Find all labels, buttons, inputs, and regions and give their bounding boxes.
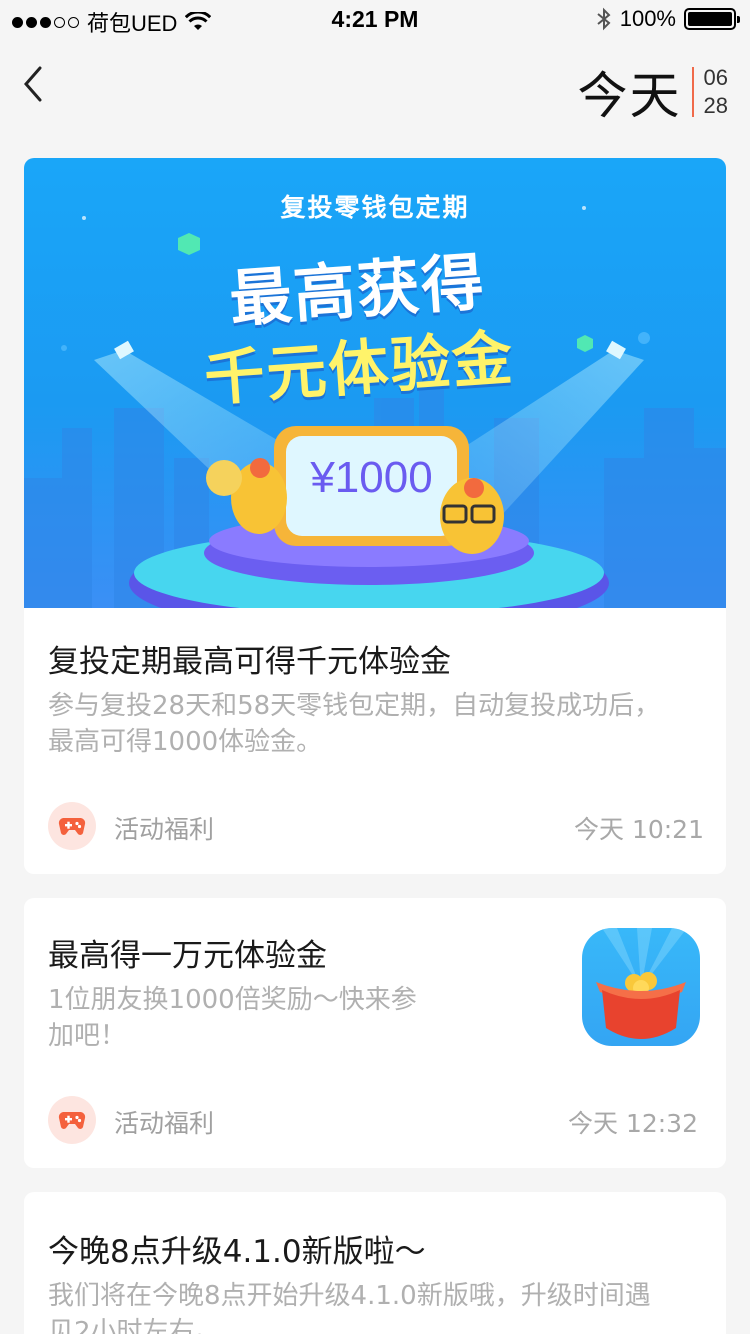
status-bar: 荷包UED 4:21 PM 100% — [0, 0, 750, 40]
back-button[interactable] — [18, 62, 58, 106]
card-desc-line1: 我们将在今晚8点开始升级4.1.0新版哦，升级时间遇 — [48, 1281, 651, 1311]
card-title: 今晚8点升级4.1.0新版啦～ — [48, 1234, 426, 1270]
card-desc-line2: 最高可得1000体验金。 — [48, 727, 323, 757]
red-envelope-icon — [596, 928, 687, 1039]
tag-label: 活动福利 — [114, 1109, 215, 1138]
date-day: 28 — [703, 93, 728, 118]
card-time: 今天 10:21 — [574, 815, 704, 844]
date-month-day: 06 28 — [704, 64, 728, 120]
tag-icon-container — [48, 802, 96, 850]
red-envelope-thumbnail — [582, 928, 700, 1046]
date-divider — [691, 67, 694, 117]
card-desc-line1: 1位朋友换1000倍奖励～快来参 — [48, 985, 417, 1015]
message-card[interactable]: 今晚8点升级4.1.0新版啦～ 我们将在今晚8点开始升级4.1.0新版哦，升级时… — [24, 1192, 726, 1334]
status-right: 100% — [596, 6, 740, 32]
gamepad-icon — [58, 1112, 86, 1129]
battery-icon — [684, 8, 740, 30]
banner-subtitle: 复投零钱包定期 — [280, 193, 470, 222]
card-desc-line1: 参与复投28天和58天零钱包定期，自动复投成功后， — [48, 691, 661, 721]
date-month: 06 — [703, 65, 728, 90]
date-today-label: 今天 — [577, 67, 682, 125]
tag-label: 活动福利 — [114, 815, 215, 844]
banner-amount: ¥1000 — [310, 453, 433, 502]
tag-icon-container — [48, 1096, 96, 1144]
card-desc-line2: 加吧！ — [48, 1021, 127, 1051]
bluetooth-icon — [597, 7, 611, 31]
promo-banner[interactable]: 复投零钱包定期 最高获得 千元体验金 ¥1000 — [24, 158, 726, 608]
message-card[interactable]: 最高得一万元体验金 1位朋友换1000倍奖励～快来参 加吧！ 活动福利 今天 1… — [24, 898, 726, 1168]
card-time: 今天 12:32 — [568, 1109, 698, 1138]
gamepad-icon — [58, 818, 86, 835]
battery-percent: 100% — [619, 6, 676, 31]
message-card[interactable]: 复投零钱包定期 最高获得 千元体验金 ¥1000 复投定期最高可得千元体验金 参… — [24, 158, 726, 874]
card-title: 复投定期最高可得千元体验金 — [48, 644, 451, 680]
chevron-left-icon — [24, 66, 42, 102]
date-header: 今天 06 28 — [578, 56, 728, 128]
card-title: 最高得一万元体验金 — [48, 938, 327, 974]
card-desc-line2: 见2小时左右。 — [48, 1317, 221, 1334]
